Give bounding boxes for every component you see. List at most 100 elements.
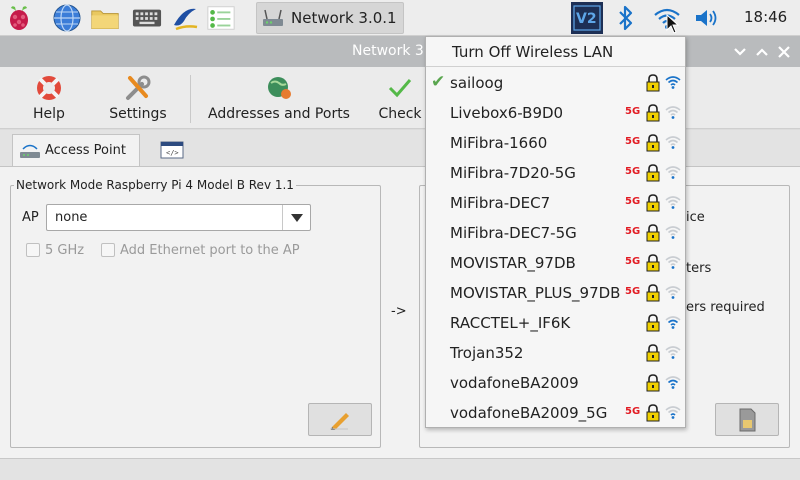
settings-label: Settings	[109, 106, 167, 122]
blue-logo-icon[interactable]	[170, 3, 200, 33]
right-partial-text-3: ers required	[686, 300, 765, 315]
vnc-icon[interactable]: V2	[571, 2, 603, 34]
lock-icon	[646, 314, 660, 332]
taskbar: Network 3.0.1 V2 18:46	[0, 0, 800, 36]
wifi-signal-icon	[665, 256, 681, 269]
lock-icon	[646, 134, 660, 152]
edit-button[interactable]	[308, 403, 372, 436]
toolbar-separator	[190, 75, 191, 123]
window-title: Network 3	[352, 43, 424, 59]
tab-code[interactable]: </>	[154, 134, 192, 166]
help-button[interactable]: Help	[30, 73, 68, 125]
wifi-network-item[interactable]: MiFibra-DEC7 5G	[426, 188, 685, 218]
keyboard-icon[interactable]	[132, 3, 162, 33]
wifi-network-name: vodafoneBA2009	[450, 374, 579, 392]
wifi-network-name: Trojan352	[450, 344, 524, 362]
router-icon	[19, 142, 41, 160]
wifi-signal-icon	[665, 316, 681, 329]
lock-icon	[646, 164, 660, 182]
globe-icon[interactable]	[52, 3, 82, 33]
sd-card-button[interactable]	[715, 403, 779, 436]
raspberry-icon[interactable]	[4, 3, 34, 33]
status-bar	[0, 458, 800, 480]
band-5g-badge: 5G	[625, 286, 641, 297]
svg-text:</>: </>	[166, 149, 179, 157]
checklist-icon[interactable]	[206, 3, 236, 33]
lock-icon	[646, 374, 660, 392]
arrow-label: ->	[391, 304, 407, 319]
tab-access-point[interactable]: Access Point	[12, 134, 140, 166]
wifi-network-name: vodafoneBA2009_5G	[450, 404, 608, 422]
mouse-cursor-icon	[666, 14, 680, 34]
wrench-screwdriver-icon	[123, 73, 153, 103]
addresses-ports-label: Addresses and Ports	[208, 106, 350, 122]
ap-label: AP	[22, 210, 39, 225]
svg-text:V2: V2	[576, 11, 597, 27]
wifi-signal-icon	[665, 406, 681, 419]
code-window-icon: </>	[160, 140, 184, 160]
checkbox-5ghz[interactable]: 5 GHz	[26, 242, 84, 258]
checkbox-ethernet[interactable]: Add Ethernet port to the AP	[101, 242, 300, 258]
check-icon	[385, 73, 415, 103]
wifi-signal-icon	[665, 196, 681, 209]
band-5g-badge: 5G	[625, 256, 641, 267]
wifi-network-name: MiFibra-DEC7-5G	[450, 224, 577, 242]
volume-icon[interactable]	[692, 3, 722, 33]
lock-icon	[646, 404, 660, 422]
settings-button[interactable]: Settings	[109, 73, 167, 125]
minimize-icon[interactable]	[730, 42, 750, 62]
right-partial-text-1: ice	[686, 210, 705, 225]
wifi-signal-icon	[665, 226, 681, 239]
check-label: Check	[378, 106, 422, 122]
maximize-icon[interactable]	[752, 42, 772, 62]
taskbar-task-network[interactable]: Network 3.0.1	[256, 2, 404, 34]
band-5g-badge: 5G	[625, 226, 641, 237]
ap-select-value: none	[55, 210, 88, 225]
checkbox-5ghz-box[interactable]	[26, 243, 40, 257]
close-icon[interactable]	[774, 42, 794, 62]
help-label: Help	[33, 106, 65, 122]
bluetooth-icon[interactable]	[611, 3, 641, 33]
wifi-signal-icon	[665, 76, 681, 89]
lock-icon	[646, 224, 660, 242]
folder-icon[interactable]	[90, 3, 120, 33]
wifi-network-item[interactable]: MiFibra-1660 5G	[426, 128, 685, 158]
wifi-signal-icon	[665, 166, 681, 179]
band-5g-badge: 5G	[625, 166, 641, 177]
band-5g-badge: 5G	[625, 106, 641, 117]
ap-select[interactable]: none	[46, 204, 311, 231]
wifi-network-name: MiFibra-7D20-5G	[450, 164, 576, 182]
wifi-network-item[interactable]: RACCTEL+_IF6K	[426, 308, 685, 338]
pencil-icon	[328, 410, 352, 430]
turn-off-wlan-item[interactable]: Turn Off Wireless LAN	[426, 37, 685, 67]
wifi-signal-icon	[665, 136, 681, 149]
wifi-signal-icon	[665, 346, 681, 359]
wifi-network-item[interactable]: MiFibra-7D20-5G 5G	[426, 158, 685, 188]
band-5g-badge: 5G	[625, 406, 641, 417]
wifi-signal-icon	[665, 286, 681, 299]
wifi-network-item[interactable]: vodafoneBA2009_5G 5G	[426, 398, 685, 428]
wifi-network-item[interactable]: MOVISTAR_PLUS_97DB 5G	[426, 278, 685, 308]
wifi-network-item[interactable]: MOVISTAR_97DB 5G	[426, 248, 685, 278]
network-mode-title: Network Mode Raspberry Pi 4 Model B Rev …	[14, 178, 296, 192]
taskbar-task-label: Network 3.0.1	[291, 9, 397, 27]
wifi-network-item[interactable]: MiFibra-DEC7-5G 5G	[426, 218, 685, 248]
clock[interactable]: 18:46	[744, 8, 787, 26]
wifi-network-item[interactable]: Livebox6-B9D0 5G	[426, 98, 685, 128]
tab-access-point-label: Access Point	[45, 143, 126, 158]
chevron-down-icon[interactable]	[282, 205, 310, 230]
network-icon	[261, 7, 285, 29]
check-button[interactable]: Check	[378, 73, 422, 125]
wifi-network-item[interactable]: ✔ sailoog	[426, 68, 685, 98]
wifi-network-name: MiFibra-1660	[450, 134, 548, 152]
wifi-network-name: MOVISTAR_97DB	[450, 254, 576, 272]
wifi-signal-icon	[665, 376, 681, 389]
lock-icon	[646, 104, 660, 122]
lock-icon	[646, 254, 660, 272]
wifi-network-item[interactable]: Trojan352	[426, 338, 685, 368]
checkbox-ethernet-box[interactable]	[101, 243, 115, 257]
addresses-ports-button[interactable]: Addresses and Ports	[208, 73, 350, 125]
lock-icon	[646, 74, 660, 92]
wifi-network-item[interactable]: vodafoneBA2009	[426, 368, 685, 398]
connected-check-icon: ✔	[431, 72, 446, 92]
